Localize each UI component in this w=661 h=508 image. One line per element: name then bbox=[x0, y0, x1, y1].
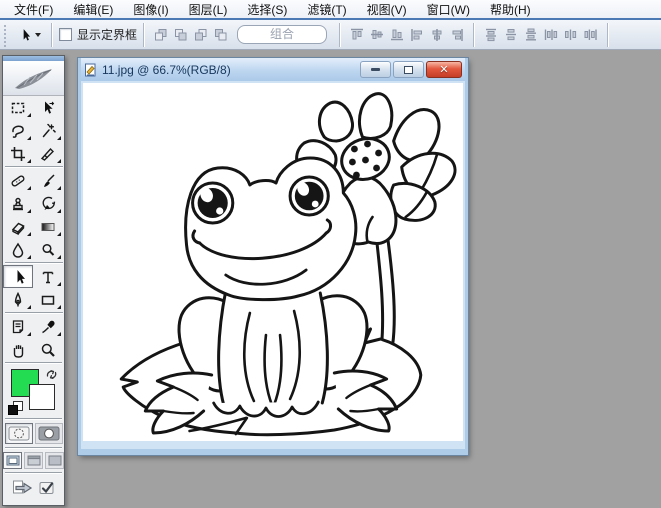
separator bbox=[339, 23, 341, 47]
history-brush-tool[interactable] bbox=[33, 192, 63, 215]
toolbox-palette bbox=[2, 55, 65, 506]
menu-bar: 文件(F) 编辑(E) 图像(I) 图层(L) 选择(S) 滤镜(T) 视图(V… bbox=[0, 0, 661, 18]
close-button[interactable]: ✕ bbox=[426, 61, 462, 78]
lasso-tool[interactable] bbox=[3, 119, 33, 142]
bring-forward-icon[interactable] bbox=[172, 27, 190, 43]
restore-icon bbox=[404, 66, 413, 74]
fullscreen-button[interactable] bbox=[45, 452, 64, 469]
align-horizontal-center-icon[interactable] bbox=[428, 27, 446, 43]
background-color-swatch[interactable] bbox=[29, 384, 55, 410]
standard-mode-button[interactable] bbox=[5, 423, 33, 444]
canvas-drawing bbox=[83, 83, 463, 441]
options-bar-gripper[interactable] bbox=[3, 23, 8, 47]
menu-image[interactable]: 图像(I) bbox=[123, 0, 178, 19]
menu-window[interactable]: 窗口(W) bbox=[417, 0, 480, 19]
toolbox-bottom bbox=[3, 475, 64, 505]
healing-brush-tool[interactable] bbox=[3, 169, 33, 192]
crop-tool[interactable] bbox=[3, 142, 33, 165]
menu-edit[interactable]: 编辑(E) bbox=[63, 0, 123, 19]
align-top-icon[interactable] bbox=[348, 27, 366, 43]
path-selection-tool[interactable] bbox=[3, 265, 33, 288]
eyedropper-tool[interactable] bbox=[33, 315, 63, 338]
color-swatch-area bbox=[3, 365, 64, 417]
hand-tool[interactable] bbox=[3, 338, 33, 361]
standard-screen-mode-button[interactable] bbox=[3, 452, 22, 469]
check-icon[interactable] bbox=[39, 481, 55, 500]
distribute-horizontal-center-icon[interactable] bbox=[562, 27, 580, 43]
notes-tool[interactable] bbox=[3, 315, 33, 338]
send-to-back-icon[interactable] bbox=[212, 27, 230, 43]
bring-to-front-icon[interactable] bbox=[152, 27, 170, 43]
separator bbox=[143, 23, 145, 47]
magic-wand-tool[interactable] bbox=[33, 119, 63, 142]
swap-colors-icon[interactable] bbox=[45, 367, 58, 385]
document-window: 11.jpg @ 66.7%(RGB/8) ✕ bbox=[78, 58, 468, 455]
menu-select[interactable]: 选择(S) bbox=[237, 0, 297, 19]
menu-filter[interactable]: 滤镜(T) bbox=[297, 0, 356, 19]
window-controls: ✕ bbox=[360, 61, 462, 78]
canvas[interactable] bbox=[83, 83, 463, 441]
group-button[interactable]: 组合 bbox=[237, 25, 327, 44]
align-bottom-icon[interactable] bbox=[388, 27, 406, 43]
document-file-icon bbox=[84, 63, 98, 77]
distribute-left-icon[interactable] bbox=[542, 27, 560, 43]
brush-tool[interactable] bbox=[33, 169, 63, 192]
show-bounding-box-checkbox[interactable] bbox=[59, 28, 72, 41]
separator bbox=[51, 23, 53, 47]
menu-help[interactable]: 帮助(H) bbox=[480, 0, 541, 19]
pen-tool[interactable] bbox=[3, 288, 33, 311]
distribute-vertical-center-icon[interactable] bbox=[502, 27, 520, 43]
dodge-tool[interactable] bbox=[33, 238, 63, 261]
document-title-bar[interactable]: 11.jpg @ 66.7%(RGB/8) ✕ bbox=[81, 58, 465, 81]
close-icon: ✕ bbox=[439, 65, 448, 75]
screen-mode-buttons bbox=[3, 450, 64, 471]
document-content bbox=[81, 81, 465, 449]
photoshop-feather-logo bbox=[3, 61, 64, 96]
tool-grid bbox=[3, 96, 65, 361]
zoom-tool[interactable] bbox=[33, 338, 63, 361]
menu-file[interactable]: 文件(F) bbox=[4, 0, 63, 19]
blur-tool[interactable] bbox=[3, 238, 33, 261]
fullscreen-with-menu-button[interactable] bbox=[24, 452, 43, 469]
edit-mode-buttons bbox=[3, 421, 64, 446]
chevron-down-icon bbox=[35, 33, 41, 37]
gradient-tool[interactable] bbox=[33, 215, 63, 238]
quick-mask-mode-button[interactable] bbox=[35, 423, 63, 444]
separator bbox=[473, 23, 475, 47]
show-bounding-box-label: 显示定界框 bbox=[77, 26, 137, 43]
document-title: 11.jpg @ 66.7%(RGB/8) bbox=[102, 63, 231, 77]
move-tool[interactable] bbox=[33, 96, 63, 119]
distribute-top-icon[interactable] bbox=[482, 27, 500, 43]
menu-view[interactable]: 视图(V) bbox=[357, 0, 417, 19]
marquee-tool[interactable] bbox=[3, 96, 33, 119]
default-colors-icon[interactable] bbox=[8, 401, 22, 415]
align-left-icon[interactable] bbox=[408, 27, 426, 43]
slice-tool[interactable] bbox=[33, 142, 63, 165]
path-selection-arrow-icon bbox=[17, 27, 32, 43]
align-right-icon[interactable] bbox=[448, 27, 466, 43]
distribute-bottom-icon[interactable] bbox=[522, 27, 540, 43]
distribute-right-icon[interactable] bbox=[582, 27, 600, 43]
jump-to-imageready-icon[interactable] bbox=[12, 479, 34, 501]
send-backward-icon[interactable] bbox=[192, 27, 210, 43]
photoshop-window: 文件(F) 编辑(E) 图像(I) 图层(L) 选择(S) 滤镜(T) 视图(V… bbox=[0, 0, 661, 508]
current-tool-preset[interactable] bbox=[13, 27, 45, 43]
menu-layer[interactable]: 图层(L) bbox=[179, 0, 238, 19]
eraser-tool[interactable] bbox=[3, 215, 33, 238]
restore-button[interactable] bbox=[393, 61, 424, 78]
minimize-icon bbox=[371, 68, 380, 71]
type-tool[interactable] bbox=[33, 265, 63, 288]
shape-tool[interactable] bbox=[33, 288, 63, 311]
clone-stamp-tool[interactable] bbox=[3, 192, 33, 215]
minimize-button[interactable] bbox=[360, 61, 391, 78]
separator bbox=[607, 23, 609, 47]
align-vertical-center-icon[interactable] bbox=[368, 27, 386, 43]
options-bar: 显示定界框 组合 bbox=[0, 20, 661, 50]
